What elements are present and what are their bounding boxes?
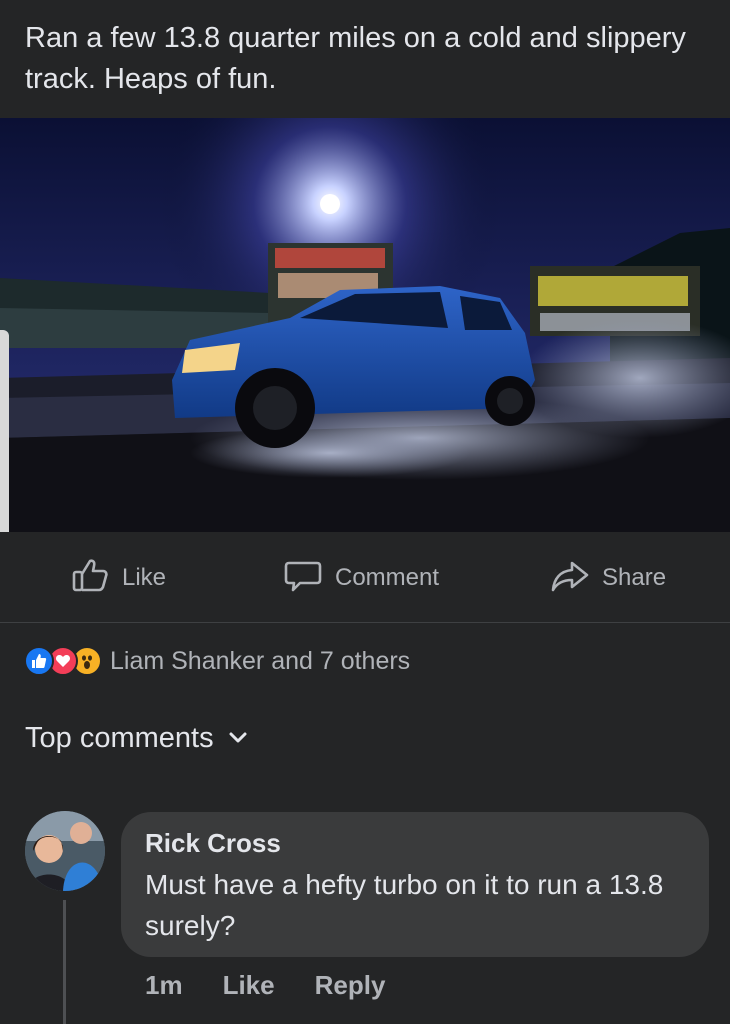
like-button[interactable]: Like bbox=[70, 558, 166, 598]
comment-like-button[interactable]: Like bbox=[223, 970, 275, 1001]
reactions-count-label: Liam Shanker and 7 others bbox=[110, 646, 411, 675]
comment-bubble[interactable]: Rick Cross Must have a hefty turbo on it… bbox=[121, 812, 709, 957]
post-text: Ran a few 13.8 quarter miles on a cold a… bbox=[25, 22, 686, 95]
post-header: Ran a few 13.8 quarter miles on a cold a… bbox=[0, 0, 730, 118]
comments-sort-label: Top comments bbox=[25, 722, 214, 754]
share-button-label: Share bbox=[602, 564, 667, 591]
like-reaction-icon bbox=[24, 646, 54, 676]
divider bbox=[0, 622, 730, 623]
comment-text: Must have a hefty turbo on it to run a 1… bbox=[145, 869, 664, 941]
post-photo[interactable] bbox=[0, 118, 730, 532]
comment-meta: 1m Like Reply bbox=[145, 970, 385, 1001]
like-button-label: Like bbox=[122, 564, 167, 591]
reactions-summary[interactable]: Liam Shanker and 7 others bbox=[24, 646, 410, 676]
post-actions-bar: Like Comment Share bbox=[0, 532, 730, 622]
comment-reply-button[interactable]: Reply bbox=[315, 970, 386, 1001]
avatar[interactable] bbox=[25, 811, 105, 891]
thumbs-up-icon bbox=[70, 555, 110, 602]
share-arrow-icon bbox=[550, 555, 590, 602]
share-button[interactable]: Share bbox=[550, 558, 666, 598]
comment-author[interactable]: Rick Cross bbox=[145, 826, 685, 860]
comment-timestamp[interactable]: 1m bbox=[145, 970, 183, 1001]
comment-button-label: Comment bbox=[335, 564, 440, 591]
comments-sort-dropdown[interactable]: Top comments bbox=[25, 722, 248, 755]
thread-line bbox=[63, 900, 66, 1024]
comment-button[interactable]: Comment bbox=[283, 558, 439, 598]
chevron-down-icon bbox=[228, 722, 248, 755]
comment-icon bbox=[283, 555, 323, 602]
